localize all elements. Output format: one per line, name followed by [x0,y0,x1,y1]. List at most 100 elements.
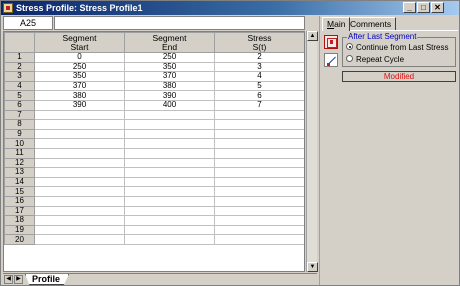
cell-segment-end[interactable] [124,215,215,226]
row-header[interactable]: 3 [4,71,35,82]
option-continue-from-last-stress[interactable]: Continue from Last Stress [346,43,448,53]
cell-segment-end[interactable] [124,138,215,149]
cell-segment-end[interactable] [124,109,215,121]
scroll-down-button[interactable]: ▼ [307,262,318,272]
table-row[interactable]: 11 [4,147,304,159]
table-row[interactable]: 9 [4,128,304,140]
table-row[interactable]: 20 [4,234,304,245]
edit-icon[interactable] [324,53,338,67]
cell-segment-start[interactable] [34,119,125,130]
row-header[interactable]: 7 [4,109,35,121]
table-row[interactable]: 4 370 380 5 [4,80,304,92]
cell-segment-end[interactable] [124,186,215,197]
row-header[interactable]: 4 [4,80,35,92]
cell-segment-end[interactable] [124,147,215,159]
radio-unselected[interactable] [346,55,353,63]
table-row[interactable]: 10 [4,138,304,149]
cell-segment-end[interactable] [124,128,215,140]
tab-comments[interactable]: Comments [345,17,397,30]
cell-stress[interactable] [214,147,304,159]
tab-main[interactable]: Main [322,17,351,31]
cell-stress[interactable]: 4 [214,71,304,82]
table-row[interactable]: 14 [4,176,304,188]
cell-stress[interactable]: 6 [214,90,304,101]
formula-bar[interactable] [54,16,305,30]
cell-segment-start[interactable] [34,128,125,140]
minimize-button[interactable]: _ [403,2,416,13]
cell-reference-box[interactable]: A25 [3,16,53,30]
sheet-prev-button[interactable]: ◀ [4,275,13,284]
cell-segment-end[interactable]: 350 [124,61,215,73]
sheet-next-button[interactable]: ▶ [14,275,23,284]
table-row[interactable]: 5 380 390 6 [4,90,304,101]
cell-stress[interactable]: 3 [214,61,304,73]
cell-segment-end[interactable] [124,176,215,188]
cell-segment-end[interactable]: 370 [124,71,215,82]
cell-segment-start[interactable] [34,234,125,245]
cell-stress[interactable]: 2 [214,52,304,63]
cell-segment-start[interactable]: 250 [34,61,125,73]
maximize-button[interactable]: □ [417,2,430,13]
title-bar[interactable]: Stress Profile: Stress Profile1 _ □ ✕ [1,1,459,15]
cell-segment-start[interactable] [34,205,125,217]
cell-stress[interactable] [214,186,304,197]
row-header[interactable]: 11 [4,147,35,159]
table-row[interactable]: 7 [4,109,304,121]
cell-segment-start[interactable]: 370 [34,80,125,92]
cell-segment-start[interactable] [34,195,125,207]
table-row[interactable]: 18 [4,215,304,226]
table-row[interactable]: 15 [4,186,304,197]
row-header[interactable]: 18 [4,215,35,226]
cell-segment-start[interactable]: 0 [34,52,125,63]
cell-stress[interactable] [214,215,304,226]
close-button[interactable]: ✕ [431,2,444,13]
row-header[interactable]: 9 [4,128,35,140]
table-row[interactable]: 6 390 400 7 [4,99,304,111]
cell-segment-start[interactable] [34,109,125,121]
row-header[interactable]: 13 [4,167,35,178]
cell-stress[interactable] [214,205,304,217]
cell-segment-start[interactable]: 350 [34,71,125,82]
row-header[interactable]: 6 [4,99,35,111]
cell-segment-end[interactable] [124,224,215,236]
table-row[interactable]: 2 250 350 3 [4,61,304,73]
cell-segment-start[interactable] [34,138,125,149]
row-header[interactable]: 17 [4,205,35,217]
cell-stress[interactable] [214,224,304,236]
row-header[interactable]: 10 [4,138,35,149]
cell-stress[interactable] [214,109,304,121]
cell-stress[interactable] [214,167,304,178]
cell-stress[interactable] [214,138,304,149]
cell-stress[interactable] [214,157,304,169]
cell-segment-end[interactable]: 380 [124,80,215,92]
sheet-tab-profile[interactable]: Profile [25,274,70,285]
scroll-up-button[interactable]: ▲ [307,31,318,41]
cell-stress[interactable] [214,195,304,207]
row-header[interactable]: 19 [4,224,35,236]
cell-stress[interactable] [214,128,304,140]
table-row[interactable]: 1 0 250 2 [4,52,304,63]
cell-segment-end[interactable] [124,195,215,207]
table-row[interactable]: 19 [4,224,304,236]
cell-stress[interactable] [214,234,304,245]
table-row[interactable]: 8 [4,119,304,130]
cell-segment-end[interactable] [124,119,215,130]
cell-stress[interactable]: 7 [214,99,304,111]
cell-segment-start[interactable] [34,147,125,159]
table-row[interactable]: 16 [4,195,304,207]
column-header-segment-end[interactable]: Segment End [124,32,215,53]
row-header[interactable]: 15 [4,186,35,197]
row-header[interactable]: 16 [4,195,35,207]
row-header[interactable]: 12 [4,157,35,169]
cell-segment-end[interactable]: 250 [124,52,215,63]
cell-stress[interactable] [214,176,304,188]
cell-segment-end[interactable] [124,234,215,245]
cell-segment-end[interactable]: 390 [124,90,215,101]
row-header[interactable]: 5 [4,90,35,101]
column-header-stress[interactable]: Stress S(t) [214,32,304,53]
table-row[interactable]: 12 [4,157,304,169]
table-row[interactable]: 17 [4,205,304,217]
cell-segment-end[interactable] [124,157,215,169]
cell-segment-start[interactable]: 390 [34,99,125,111]
chart-icon[interactable] [324,35,338,49]
